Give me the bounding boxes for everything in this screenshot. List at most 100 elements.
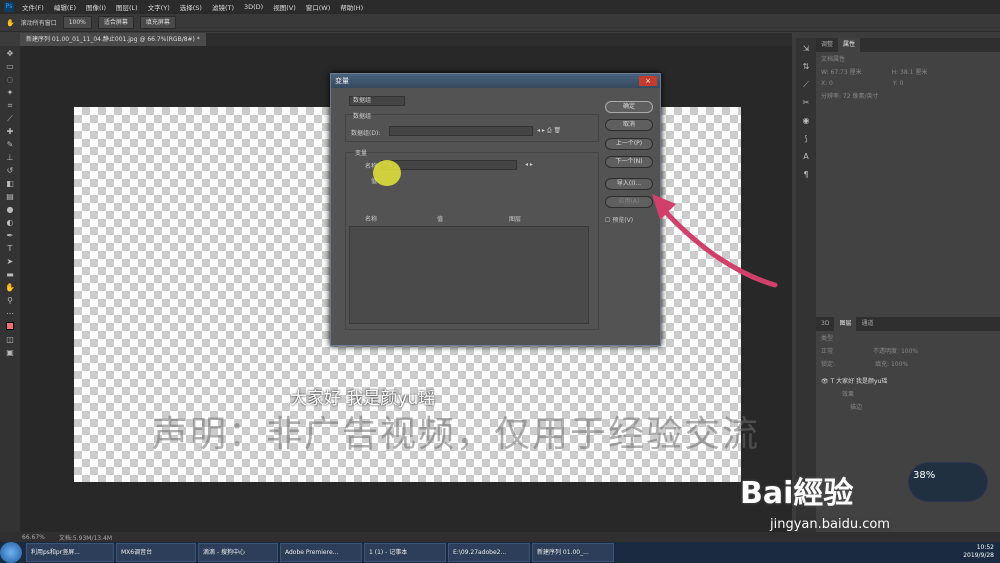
crop-tool-icon[interactable]: ⌗ (4, 101, 16, 111)
start-button-icon[interactable] (0, 542, 22, 563)
quick-mask-icon[interactable]: ◫ (4, 335, 16, 345)
magic-wand-icon[interactable]: ✦ (4, 88, 16, 98)
x-field[interactable]: X: 0 (816, 78, 838, 89)
variables-group-label: 变量 (355, 150, 368, 157)
dialog-title: 变量 (331, 74, 660, 88)
column-value-header[interactable]: 值 (437, 214, 443, 223)
variables-table[interactable] (349, 226, 589, 324)
menu-view[interactable]: 视图(V) (273, 2, 296, 12)
character-panel-icon[interactable]: A (800, 152, 812, 164)
scroll-all-windows-checkbox[interactable]: 滚动所有窗口 (21, 18, 57, 27)
dataset-nav-icon[interactable]: ◂ ▸ ⎙ 🗑 (537, 127, 561, 135)
cancel-button[interactable]: 取消 (605, 119, 653, 131)
stamp-tool-icon[interactable]: ⊥ (4, 153, 16, 163)
name-select[interactable] (381, 160, 517, 170)
more-tools-icon[interactable]: ⋯ (4, 309, 16, 319)
brush-panel-icon[interactable]: ⟋ (800, 80, 812, 92)
column-layer-header[interactable]: 图层 (509, 214, 521, 223)
taskbar-app-browser[interactable]: 利用ps和pr竖屏... (26, 543, 114, 562)
adjust-panel-icon[interactable]: ⇅ (800, 62, 812, 74)
fill-screen-button[interactable]: 填充屏幕 (139, 16, 176, 29)
document-tab[interactable]: 新建序列 01.00_01_11_04.静止001.jpg @ 66.7%(RG… (20, 33, 206, 46)
zoom-100-button[interactable]: 100% (62, 16, 92, 29)
channels-panel-icon[interactable]: ◉ (800, 116, 812, 128)
taskbar-app-photoshop[interactable]: 新建序列 01.00_... (532, 543, 614, 562)
layers-tabs: 3D 图层 通道 (816, 317, 1000, 331)
type-tool-icon[interactable]: T (4, 244, 16, 254)
height-field[interactable]: H: 38.1 厘米 (887, 65, 933, 78)
width-field[interactable]: W: 67.73 厘米 (816, 65, 867, 78)
zoom-tool-icon[interactable]: ⚲ (4, 296, 16, 306)
layer-effects-row[interactable]: 效果 (816, 387, 1000, 400)
gradient-icon[interactable]: ▤ (4, 192, 16, 202)
menu-layer[interactable]: 图层(L) (116, 2, 138, 12)
variable-nav-icon[interactable]: ◂ ▸ (525, 161, 533, 168)
taskbar-app-search[interactable]: 滴滴 - 搜狗中心 (198, 543, 278, 562)
photoshop-logo-icon: Ps (4, 2, 14, 12)
tab-channels[interactable]: 通道 (856, 317, 878, 331)
screen-mode-icon[interactable]: ▣ (4, 348, 16, 358)
brush-tool-icon[interactable]: ✎ (4, 140, 16, 150)
lasso-tool-icon[interactable]: ◌ (4, 75, 16, 85)
taskbar-app-mixer[interactable]: MX6调音台 (116, 543, 196, 562)
fit-screen-button[interactable]: 适合屏幕 (97, 16, 134, 29)
define-select[interactable]: 数据组 (349, 96, 405, 106)
column-name-header[interactable]: 名称 (365, 214, 377, 223)
layer-stroke-row[interactable]: 描边 (816, 400, 1000, 413)
preview-checkbox[interactable]: ☐ 预览(V) (605, 215, 633, 224)
marquee-tool-icon[interactable]: ▭ (4, 62, 16, 72)
taskbar-app-explorer[interactable]: E:\09.27adobe2... (448, 543, 530, 562)
document-tab-bar: 新建序列 01.00_01_11_04.静止001.jpg @ 66.7%(RG… (20, 33, 792, 46)
menu-edit[interactable]: 编辑(E) (54, 2, 76, 12)
blur-tool-icon[interactable]: ● (4, 205, 16, 215)
taskbar-app-premiere[interactable]: Adobe Premiere... (280, 543, 362, 562)
menu-help[interactable]: 帮助(H) (340, 2, 363, 12)
layer-row-text[interactable]: 👁 T 大家好 我是颜yu瑶 (816, 374, 1000, 387)
menu-select[interactable]: 选择(S) (180, 2, 202, 12)
history-brush-icon[interactable]: ↺ (4, 166, 16, 176)
zoom-level[interactable]: 66.67% (22, 534, 45, 541)
fill-field[interactable]: 填充: 100% (870, 357, 913, 370)
path-select-icon[interactable]: ➤ (4, 257, 16, 267)
taskbar-app-notepad[interactable]: 1 (1) - 记事本 (364, 543, 446, 562)
layer-name: 大家好 我是颜yu瑶 (836, 378, 888, 385)
history-panel-icon[interactable]: ⇲ (800, 44, 812, 56)
menu-type[interactable]: 文字(Y) (148, 2, 170, 12)
eyedropper-icon[interactable]: ⟋ (4, 114, 16, 124)
y-field[interactable]: Y: 0 (888, 78, 909, 89)
move-tool-icon[interactable]: ✥ (4, 49, 16, 59)
tab-layers[interactable]: 图层 (834, 317, 857, 331)
eraser-icon[interactable]: ◧ (4, 179, 16, 189)
menu-file[interactable]: 文件(F) (22, 2, 44, 12)
healing-brush-icon[interactable]: ✚ (4, 127, 16, 137)
paragraph-panel-icon[interactable]: ¶ (800, 170, 812, 182)
cursor-highlight (373, 160, 401, 186)
menu-3d[interactable]: 3D(D) (244, 3, 263, 11)
menu-image[interactable]: 图像(I) (86, 2, 106, 12)
prev-button[interactable]: 上一个(P) (605, 138, 653, 150)
blend-mode-select[interactable]: 正常 (816, 344, 838, 357)
tab-adjustments[interactable]: 调整 (816, 38, 838, 52)
menu-bar: Ps 文件(F) 编辑(E) 图像(I) 图层(L) 文字(Y) 选择(S) 滤… (0, 0, 1000, 14)
paths-panel-icon[interactable]: ⟆ (800, 134, 812, 146)
clone-source-icon[interactable]: ✂ (800, 98, 812, 110)
tab-properties[interactable]: 属性 (838, 38, 861, 52)
color-swatches-icon[interactable] (4, 322, 16, 332)
dodge-tool-icon[interactable]: ◐ (4, 218, 16, 228)
system-clock[interactable]: 10:52 2019/9/28 (963, 544, 994, 560)
baidu-jingyan-logo: Bai經验 (740, 476, 854, 511)
next-button[interactable]: 下一个(N) (605, 156, 653, 168)
tools-panel: ✥ ▭ ◌ ✦ ⌗ ⟋ ✚ ✎ ⊥ ↺ ◧ ▤ ● ◐ ✒ T ➤ ▬ ✋ ⚲ … (0, 46, 20, 532)
menu-window[interactable]: 窗口(W) (306, 2, 331, 12)
tab-3d[interactable]: 3D (816, 317, 834, 331)
hand-tool-icon[interactable]: ✋ (4, 283, 16, 293)
ok-button[interactable]: 确定 (605, 101, 653, 113)
pen-tool-icon[interactable]: ✒ (4, 231, 16, 241)
opacity-field[interactable]: 不透明度: 100% (868, 344, 923, 357)
dataset-select[interactable] (389, 126, 533, 136)
shape-tool-icon[interactable]: ▬ (4, 270, 16, 280)
menu-filter[interactable]: 滤镜(T) (212, 2, 234, 12)
clock-time: 10:52 (976, 544, 994, 551)
layer-kind-filter[interactable]: 类型 (816, 331, 1000, 344)
dialog-close-button[interactable]: × (639, 76, 657, 86)
